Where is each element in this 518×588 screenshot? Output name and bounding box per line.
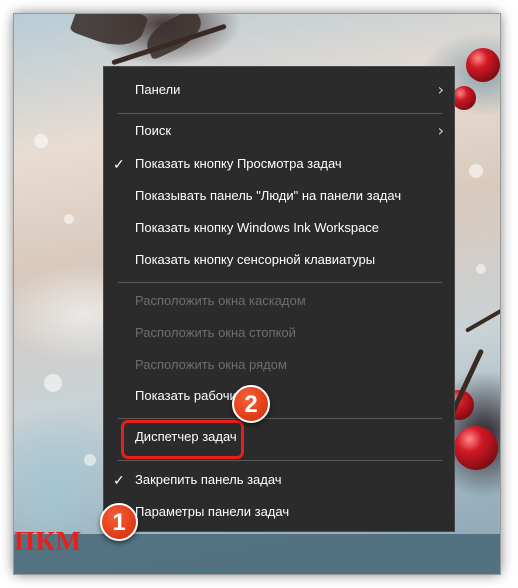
menu-item-label: Панели — [135, 82, 181, 97]
taskbar-context-menu: Панели › Поиск › ✓ Показать кнопку Просм… — [103, 66, 455, 532]
menu-item-label: Показывать панель "Люди" на панели задач — [135, 188, 402, 203]
menu-item-panels[interactable]: Панели › — [104, 75, 454, 105]
menu-item-lock-taskbar[interactable]: ✓ Закрепить панель задач — [104, 465, 454, 495]
checkmark-icon: ✓ — [113, 472, 125, 488]
menu-item-cascade-windows: Расположить окна каскадом — [104, 286, 454, 316]
menu-separator — [118, 282, 442, 283]
menu-item-show-people[interactable]: Показывать панель "Люди" на панели задач — [104, 181, 454, 211]
wallpaper-bokeh — [84, 454, 96, 466]
menu-item-side-by-side-windows: Расположить окна рядом — [104, 350, 454, 380]
wallpaper-bokeh — [64, 214, 74, 224]
menu-separator — [118, 460, 442, 461]
step-1-badge: 1 — [100, 503, 138, 541]
menu-item-label: Расположить окна стопкой — [135, 325, 296, 340]
menu-item-show-touch-keyboard[interactable]: Показать кнопку сенсорной клавиатуры — [104, 245, 454, 275]
menu-item-label: Расположить окна рядом — [135, 357, 287, 372]
right-click-caption: ПКМ — [14, 526, 82, 556]
step-2-badge: 2 — [232, 385, 270, 423]
wallpaper-twig — [465, 299, 500, 333]
menu-item-show-task-view-button[interactable]: ✓ Показать кнопку Просмотра задач — [104, 149, 454, 179]
menu-item-stack-windows: Расположить окна стопкой — [104, 318, 454, 348]
wallpaper-bokeh — [34, 134, 48, 148]
wallpaper-bokeh — [469, 164, 483, 178]
menu-item-taskbar-settings[interactable]: Параметры панели задач — [104, 497, 454, 527]
wallpaper-berry — [466, 48, 500, 82]
menu-item-label: Показать кнопку Просмотра задач — [135, 156, 342, 171]
taskbar[interactable] — [14, 534, 500, 574]
menu-separator — [118, 418, 442, 419]
wallpaper-berry — [452, 86, 476, 110]
menu-item-label: Закрепить панель задач — [135, 472, 282, 487]
wallpaper-bokeh — [44, 374, 62, 392]
menu-item-label: Расположить окна каскадом — [135, 293, 306, 308]
menu-item-show-ink-workspace[interactable]: Показать кнопку Windows Ink Workspace — [104, 213, 454, 243]
menu-item-show-desktop[interactable]: Показать рабочий — [104, 381, 454, 411]
task-manager-highlight — [121, 420, 244, 459]
menu-item-search[interactable]: Поиск › — [104, 116, 454, 146]
menu-item-label: Поиск — [135, 123, 172, 138]
menu-item-label: Показать рабочий — [135, 388, 245, 403]
menu-item-label: Параметры панели задач — [135, 504, 290, 519]
wallpaper-bokeh — [476, 264, 486, 274]
menu-item-label: Показать кнопку сенсорной клавиатуры — [135, 252, 376, 267]
wallpaper-berry — [454, 426, 498, 470]
wallpaper-leaf — [69, 14, 149, 55]
checkmark-icon: ✓ — [113, 156, 125, 172]
menu-separator — [118, 113, 442, 114]
chevron-right-icon: › — [437, 80, 444, 99]
menu-item-label: Показать кнопку Windows Ink Workspace — [135, 220, 380, 235]
chevron-right-icon: › — [437, 121, 444, 140]
